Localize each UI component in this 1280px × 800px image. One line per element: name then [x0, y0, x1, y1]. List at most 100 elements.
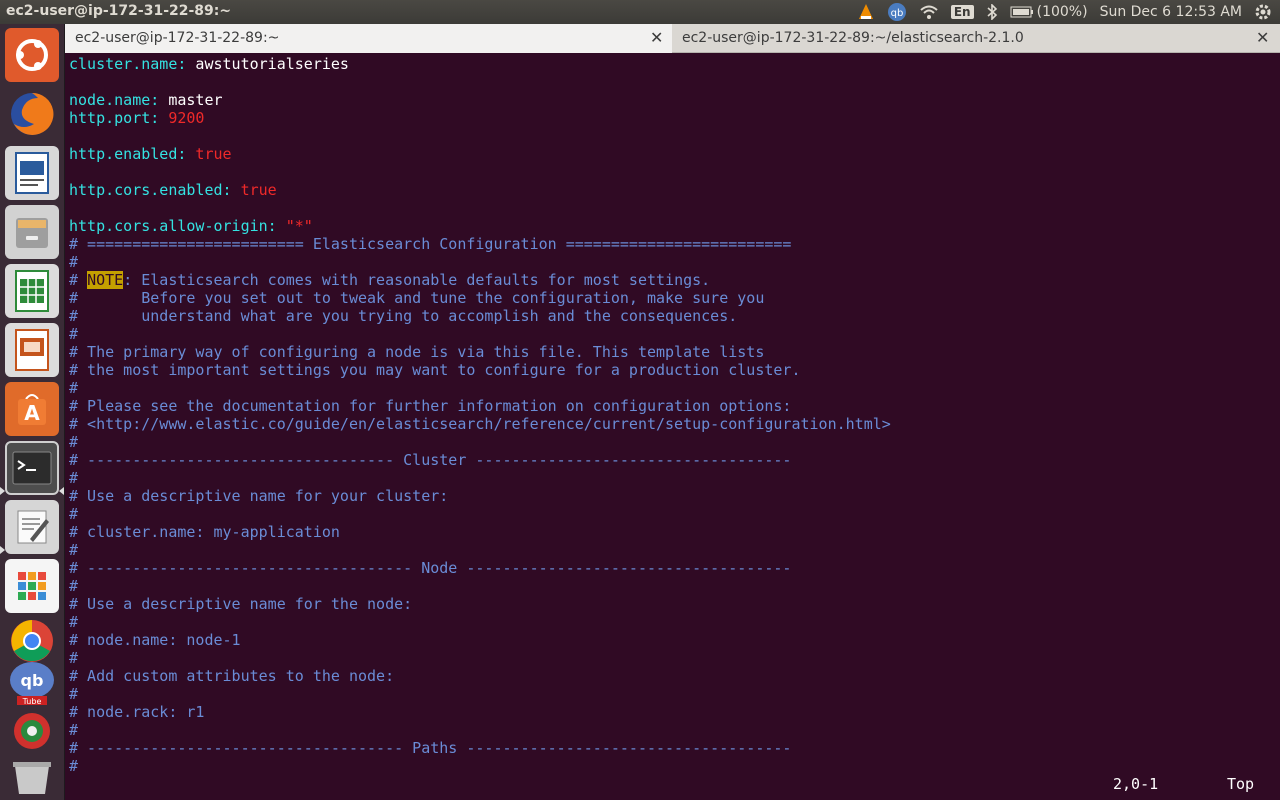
window-title: ec2-user@ip-172-31-22-89:~ — [6, 3, 232, 19]
editor-line: # understand what are you trying to acco… — [69, 307, 1269, 325]
session-gear-icon[interactable] — [1254, 3, 1272, 21]
apps-grid-icon[interactable] — [5, 559, 59, 613]
editor-text: # cluster.name: my-application — [69, 523, 340, 541]
editor-text: true — [231, 181, 277, 199]
editor-line: cluster.name: awstutorialseries — [69, 55, 1269, 73]
editor-text: master — [159, 91, 223, 109]
files-icon[interactable] — [5, 205, 59, 259]
editor-line: # Use a descriptive name for your cluste… — [69, 487, 1269, 505]
scrollbar[interactable] — [1271, 55, 1280, 797]
editor-text: # ------------------------------------ N… — [69, 559, 792, 577]
editor-text: # Before you set out to tweak and tune t… — [69, 289, 765, 307]
editor-text: # ----------------------------------- Pa… — [69, 739, 792, 757]
text-editor-icon[interactable] — [5, 500, 59, 554]
editor-line: # the most important settings you may wa… — [69, 361, 1269, 379]
editor-text: # the most important settings you may wa… — [69, 361, 801, 379]
qbittorrent-icon[interactable]: qb Tube — [5, 660, 59, 706]
editor-line: # NOTE: Elasticsearch comes with reasona… — [69, 271, 1269, 289]
tab-bar: ec2-user@ip-172-31-22-89:~ ✕ ec2-user@ip… — [65, 24, 1280, 53]
editor-text: # — [69, 757, 79, 775]
editor-line: # ---------------------------------- Clu… — [69, 451, 1269, 469]
firefox-icon[interactable] — [5, 87, 59, 141]
editor-line: # Please see the documentation for furth… — [69, 397, 1269, 415]
tab-home[interactable]: ec2-user@ip-172-31-22-89:~ ✕ — [65, 24, 672, 53]
editor-text: # Use a descriptive name for the node: — [69, 595, 413, 613]
terminal-window: ec2-user@ip-172-31-22-89:~ ✕ ec2-user@ip… — [65, 24, 1280, 800]
editor-line: # — [69, 379, 1269, 397]
tab-label: ec2-user@ip-172-31-22-89:~/elasticsearch… — [682, 30, 1024, 46]
editor-line: # — [69, 577, 1269, 595]
editor-line: node.name: master — [69, 91, 1269, 109]
terminal-icon[interactable] — [5, 441, 59, 495]
editor-text: # Add custom attributes to the node: — [69, 667, 395, 685]
battery-icon — [1010, 6, 1033, 18]
vlc-indicator-icon[interactable] — [857, 3, 875, 21]
editor-line: http.cors.allow-origin: "*" — [69, 217, 1269, 235]
svg-text:Tube: Tube — [22, 697, 42, 706]
software-center-icon[interactable]: A — [5, 382, 59, 436]
editor-line: # <http://www.elastic.co/guide/en/elasti… — [69, 415, 1269, 433]
terminal-content[interactable]: cluster.name: awstutorialseries node.nam… — [69, 55, 1269, 797]
editor-text: # ======================== Elasticsearch… — [69, 235, 792, 253]
editor-text: # — [69, 325, 79, 343]
editor-line: # ======================== Elasticsearch… — [69, 235, 1269, 253]
tab-label: ec2-user@ip-172-31-22-89:~ — [75, 30, 280, 46]
editor-text: # ---------------------------------- Clu… — [69, 451, 792, 469]
editor-line: # — [69, 541, 1269, 559]
libreoffice-calc-icon[interactable] — [5, 264, 59, 318]
editor-text: # — [69, 271, 88, 289]
close-icon[interactable]: ✕ — [1256, 28, 1269, 47]
close-icon[interactable]: ✕ — [650, 28, 663, 47]
wifi-icon[interactable] — [919, 4, 939, 20]
editor-text: # Use a descriptive name for your cluste… — [69, 487, 449, 505]
editor-text: # node.name: node-1 — [69, 631, 241, 649]
editor-text: # — [69, 721, 79, 739]
editor-text: 9200 — [159, 109, 205, 127]
trash-icon[interactable] — [5, 756, 59, 796]
editor-text: "*" — [276, 217, 313, 235]
qbittorrent-indicator-icon[interactable]: qb — [887, 2, 907, 22]
battery-percent: (100%) — [1036, 4, 1088, 20]
editor-line: # — [69, 721, 1269, 739]
clock[interactable]: Sun Dec 6 12:53 AM — [1100, 4, 1242, 20]
editor-line: # — [69, 685, 1269, 703]
editor-text: # — [69, 253, 79, 271]
editor-line: # cluster.name: my-application — [69, 523, 1269, 541]
editor-text: node.name: — [69, 91, 160, 109]
battery-indicator[interactable]: (100%) — [1010, 4, 1088, 20]
editor-text: : Elasticsearch comes with reasonable de… — [123, 271, 711, 289]
editor-text: # — [69, 649, 79, 667]
editor-line: # Add custom attributes to the node: — [69, 667, 1269, 685]
ubuntu-dash-icon[interactable] — [5, 28, 59, 82]
editor-text: http.cors.allow-origin: — [69, 217, 277, 235]
cursor-position: 2,0-1 — [1113, 775, 1159, 793]
libreoffice-impress-icon[interactable] — [5, 323, 59, 377]
editor-line: # The primary way of configuring a node … — [69, 343, 1269, 361]
indicator-area: qb En (100%) Sun Dec 6 12:53 AM — [851, 0, 1280, 24]
tab-elasticsearch[interactable]: ec2-user@ip-172-31-22-89:~/elasticsearch… — [672, 24, 1280, 53]
editor-line: http.cors.enabled: true — [69, 181, 1269, 199]
editor-text: # Please see the documentation for furth… — [69, 397, 792, 415]
keyboard-language-indicator[interactable]: En — [950, 5, 974, 19]
editor-line: # — [69, 757, 1269, 775]
svg-text:qb: qb — [21, 671, 44, 690]
editor-text: true — [186, 145, 232, 163]
editor-text: http.enabled: — [69, 145, 187, 163]
editor-text: # The primary way of configuring a node … — [69, 343, 765, 361]
libreoffice-writer-icon[interactable] — [5, 146, 59, 200]
svg-text:A: A — [24, 401, 40, 425]
editor-text: awstutorialseries — [186, 55, 349, 73]
editor-line: # — [69, 325, 1269, 343]
editor-text: # — [69, 577, 79, 595]
editor-text: # — [69, 433, 79, 451]
svg-text:qb: qb — [891, 8, 904, 19]
editor-line: # — [69, 649, 1269, 667]
bluetooth-icon[interactable] — [986, 4, 998, 20]
editor-line: http.port: 9200 — [69, 109, 1269, 127]
editor-line: # — [69, 253, 1269, 271]
editor-text: http.port: — [69, 109, 160, 127]
editor-line: http.enabled: true — [69, 145, 1269, 163]
ubuntu-tweak-icon[interactable] — [5, 708, 59, 754]
